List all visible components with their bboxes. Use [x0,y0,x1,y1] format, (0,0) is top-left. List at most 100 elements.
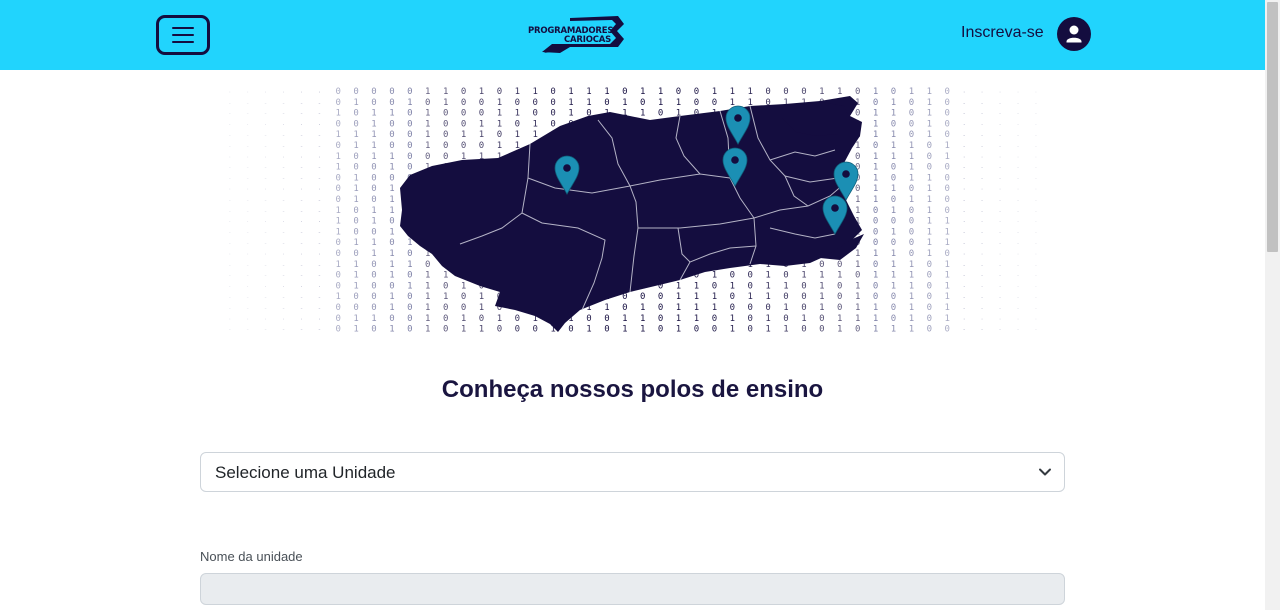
svg-text:·: · [228,219,232,226]
svg-text:·: · [228,316,232,323]
svg-text:1: 1 [801,271,806,281]
svg-text:0: 0 [909,98,914,108]
svg-text:0: 0 [891,217,896,227]
svg-text:-: - [980,111,984,118]
svg-text:·: · [282,186,286,193]
svg-text:1: 1 [855,141,860,151]
unit-name-field[interactable] [200,573,1065,605]
svg-text:-: - [246,111,250,118]
svg-text:0: 0 [927,303,932,313]
svg-text:0: 0 [801,281,806,291]
signup-link[interactable]: Inscreva-se [961,24,1044,42]
svg-text:0: 0 [945,195,950,205]
logo[interactable]: PROGRAMADORES CARIOCAS [524,14,628,56]
svg-text:0: 0 [909,217,914,227]
svg-text:·: · [1034,316,1038,323]
svg-text:1: 1 [873,271,878,281]
svg-text:0: 0 [801,303,806,313]
svg-text:1: 1 [730,87,735,97]
svg-text:1: 1 [353,314,358,324]
svg-text:0: 0 [353,206,358,216]
svg-text:0: 0 [497,325,502,335]
svg-text:1: 1 [676,303,681,313]
svg-text:·: · [962,89,966,96]
svg-text:1: 1 [586,87,591,97]
svg-text:·: · [998,186,1002,193]
svg-text:-: - [318,132,322,139]
svg-text:1: 1 [371,109,376,119]
svg-text:-: - [1016,208,1020,215]
svg-text:0: 0 [371,303,376,313]
svg-text:-: - [318,273,322,280]
svg-text:·: · [300,251,304,258]
svg-text:-: - [980,175,984,182]
svg-text:1: 1 [658,87,663,97]
svg-text:1: 1 [586,98,591,108]
svg-text:-: - [282,208,286,215]
svg-text:1: 1 [873,119,878,129]
svg-text:1: 1 [353,281,358,291]
svg-text:0: 0 [407,109,412,119]
svg-text:-: - [300,262,304,269]
svg-text:0: 0 [891,292,896,302]
svg-text:·: · [1034,121,1038,128]
svg-text:-: - [1016,197,1020,204]
svg-text:0: 0 [443,303,448,313]
svg-text:0: 0 [443,109,448,119]
svg-text:0: 0 [855,87,860,97]
svg-text:0: 0 [873,227,878,237]
svg-text:0: 0 [927,152,932,162]
svg-text:0: 0 [461,98,466,108]
svg-text:·: · [1016,186,1020,193]
svg-text:1: 1 [945,303,950,313]
svg-text:1: 1 [371,119,376,129]
svg-text:0: 0 [515,119,520,129]
svg-text:0: 0 [622,87,627,97]
vertical-scrollbar[interactable] [1265,0,1280,610]
svg-text:-: - [300,229,304,236]
svg-text:0: 0 [658,109,663,119]
svg-text:-: - [264,111,268,118]
svg-text:0: 0 [336,325,341,335]
svg-text:·: · [980,283,984,290]
svg-text:0: 0 [712,314,717,324]
hamburger-menu-button[interactable] [156,15,210,55]
user-avatar-button[interactable] [1057,17,1091,51]
svg-text:-: - [962,273,966,280]
scrollbar-thumb[interactable] [1267,2,1278,252]
svg-text:1: 1 [389,271,394,281]
svg-text:1: 1 [371,238,376,248]
svg-text:1: 1 [927,98,932,108]
svg-text:0: 0 [873,98,878,108]
svg-text:1: 1 [425,109,430,119]
svg-text:1: 1 [891,260,896,270]
svg-text:0: 0 [461,303,466,313]
svg-text:0: 0 [550,119,555,129]
svg-text:1: 1 [891,227,896,237]
svg-text:1: 1 [371,152,376,162]
svg-text:1: 1 [676,292,681,302]
svg-text:·: · [962,251,966,258]
svg-text:-: - [264,165,268,172]
svg-text:1: 1 [819,281,824,291]
svg-text:0: 0 [855,325,860,335]
svg-text:-: - [318,327,322,334]
svg-text:-: - [264,240,268,247]
svg-text:·: · [282,316,286,323]
svg-text:1: 1 [783,281,788,291]
svg-text:1: 1 [336,152,341,162]
unit-select-dropdown[interactable]: Selecione uma Unidade [200,452,1065,492]
svg-text:-: - [998,132,1002,139]
svg-text:0: 0 [945,98,950,108]
svg-text:1: 1 [891,281,896,291]
svg-text:0: 0 [783,271,788,281]
svg-text:1: 1 [497,109,502,119]
svg-text:-: - [282,262,286,269]
svg-text:1: 1 [927,173,932,183]
svg-text:1: 1 [407,281,412,291]
svg-text:0: 0 [479,314,484,324]
svg-text:-: - [1034,175,1038,182]
svg-text:0: 0 [604,325,609,335]
svg-text:·: · [962,316,966,323]
svg-text:·: · [962,219,966,226]
